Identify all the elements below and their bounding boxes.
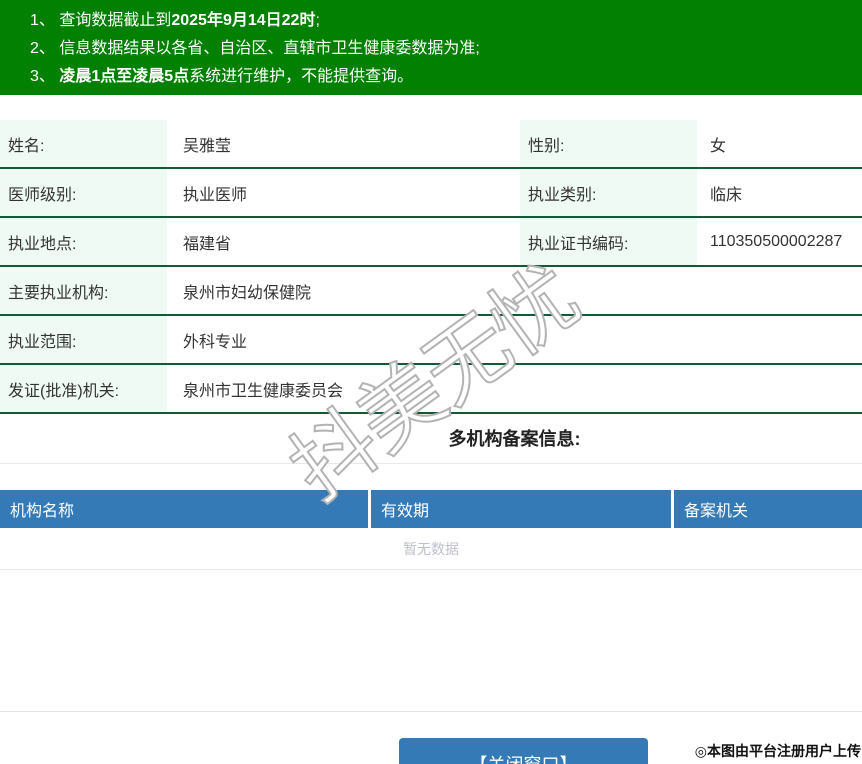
- column-header-filing-authority: 备案机关: [671, 490, 862, 528]
- info-row-level-category: 医师级别: 执业医师 执业类别: 临床: [0, 169, 862, 218]
- field-label-practice-location: 执业地点:: [0, 218, 167, 265]
- notice-line-3-maintenance-window: 凌晨1点至凌晨5点: [59, 68, 190, 85]
- field-value-practice-location: 福建省: [183, 235, 232, 253]
- field-value-practice-scope: 外科专业: [183, 333, 248, 351]
- upload-credit-watermark: ◎本图由平台注册用户上传: [694, 743, 861, 759]
- info-row-name-gender: 姓名: 吴雅莹 性别: 女: [0, 120, 862, 169]
- field-value-main-institution: 泉州市妇幼保健院: [183, 284, 312, 302]
- notice-line-3: 3、 凌晨1点至凌晨5点系统进行维护，不能提供查询。: [30, 63, 852, 91]
- query-result-page: 1、 查询数据截止到2025年9月14日22时; 2、 信息数据结果以各省、自治…: [0, 0, 862, 764]
- column-header-validity-period: 有效期: [368, 490, 671, 528]
- physician-info-table: 姓名: 吴雅莹 性别: 女 医师级别: 执业医师 执业类别: 临床 执业地点: …: [0, 120, 862, 414]
- notice-line-1-punct: ;: [315, 12, 320, 29]
- notice-line-3-text: 系统进行维护，不能提供查询。: [189, 68, 414, 85]
- notice-line-3-num: 3、: [30, 68, 60, 85]
- notice-banner: 1、 查询数据截止到2025年9月14日22时; 2、 信息数据结果以各省、自治…: [0, 0, 862, 95]
- info-row-location-certificate: 执业地点: 福建省 执业证书编码: 110350500002287: [0, 218, 862, 267]
- column-header-institution-name: 机构名称: [10, 503, 75, 520]
- filing-table-header: 机构名称 有效期 备案机关: [0, 490, 862, 528]
- field-label-practice-category: 执业类别:: [520, 169, 697, 216]
- info-row-issuing-authority: 发证(批准)机关: 泉州市卫生健康委员会: [0, 365, 862, 414]
- field-value-issuing-authority: 泉州市卫生健康委员会: [183, 382, 344, 400]
- field-label-issuing-authority: 发证(批准)机关:: [0, 365, 167, 412]
- notice-line-1-deadline: 2025年9月14日22时: [171, 12, 316, 29]
- notice-line-1-text: 1、 查询数据截止到: [30, 12, 172, 29]
- field-label-practice-scope: 执业范围:: [0, 316, 167, 363]
- filing-records-table: 机构名称 有效期 备案机关 暂无数据: [0, 490, 862, 570]
- field-label-doctor-level: 医师级别:: [0, 169, 167, 216]
- field-value-name: 吴雅莹: [183, 137, 232, 155]
- empty-data-placeholder: 暂无数据: [0, 528, 862, 570]
- footer: 【关闭窗口】 ◎本图由平台注册用户上传: [0, 712, 862, 764]
- notice-line-2: 2、 信息数据结果以各省、自治区、直辖市卫生健康委数据为准;: [30, 40, 480, 57]
- field-label-name: 姓名:: [0, 120, 167, 167]
- field-value-certificate-number: 110350500002287: [710, 232, 843, 250]
- field-label-main-institution: 主要执业机构:: [0, 267, 167, 314]
- field-value-gender: 女: [710, 137, 727, 155]
- field-value-doctor-level: 执业医师: [183, 186, 248, 204]
- close-window-button[interactable]: 【关闭窗口】: [399, 738, 648, 764]
- multi-institution-section: 多机构备案信息:: [0, 414, 862, 464]
- info-row-main-institution: 主要执业机构: 泉州市妇幼保健院: [0, 267, 862, 316]
- field-value-practice-category: 临床: [710, 186, 743, 204]
- notice-line-1: 1、 查询数据截止到2025年9月14日22时;: [30, 7, 852, 35]
- info-row-practice-scope: 执业范围: 外科专业: [0, 316, 862, 365]
- field-label-gender: 性别:: [520, 120, 697, 167]
- section-title: 多机构备案信息:: [448, 429, 581, 449]
- field-label-certificate-number: 执业证书编码:: [520, 218, 697, 265]
